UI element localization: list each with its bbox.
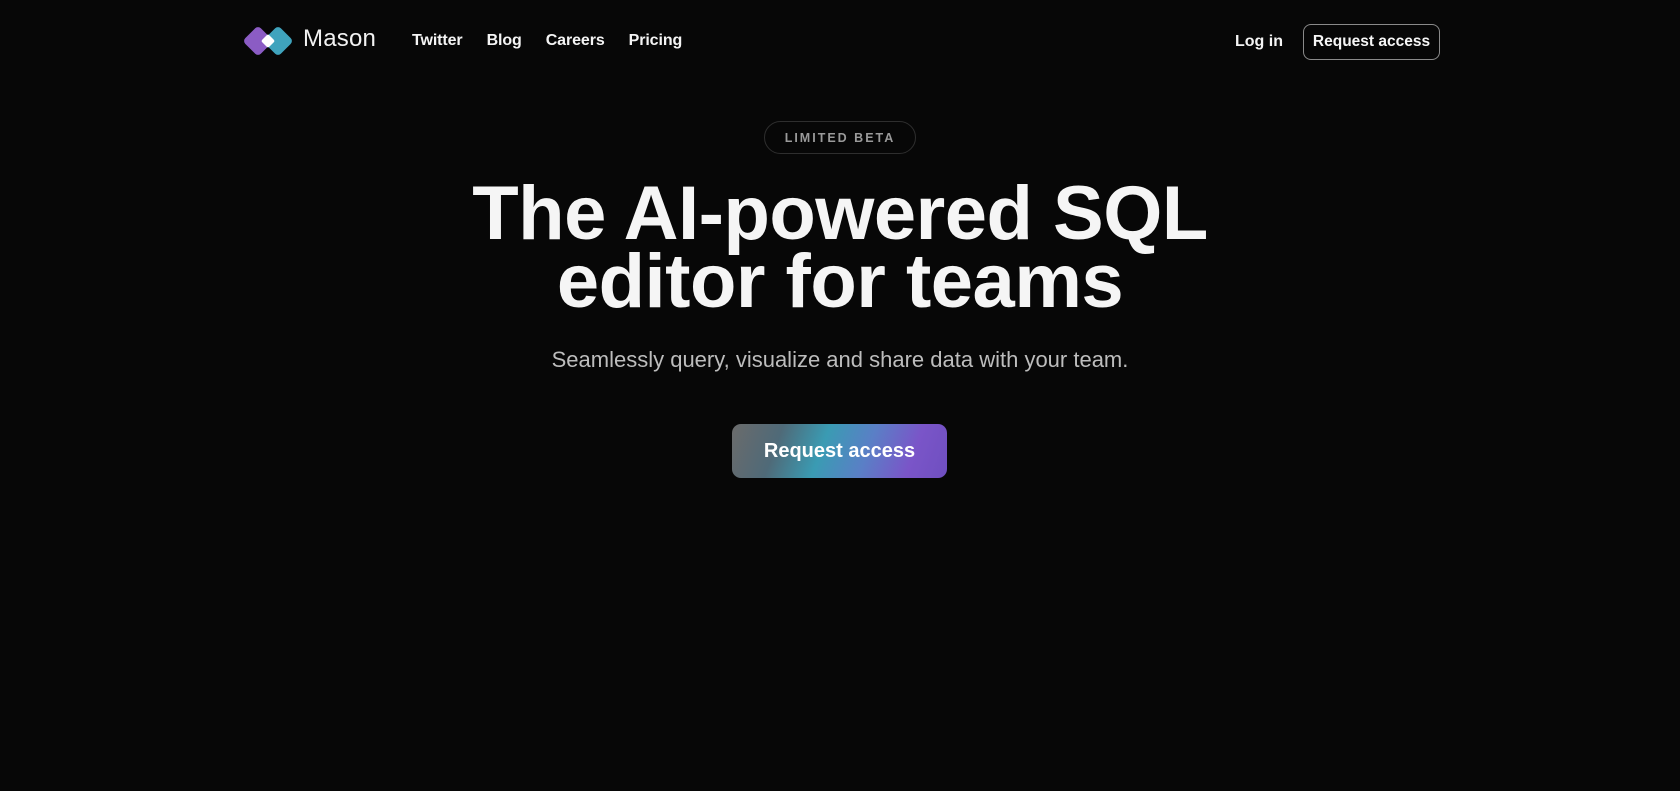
nav-request-access-button[interactable]: Request access bbox=[1303, 24, 1440, 60]
headline-line-2: editor for teams bbox=[556, 239, 1124, 324]
nav-link-pricing[interactable]: Pricing bbox=[629, 32, 683, 50]
nav-link-blog[interactable]: Blog bbox=[487, 32, 522, 50]
hero-subtitle: Seamlessly query, visualize and share da… bbox=[551, 347, 1129, 372]
nav-link-careers[interactable]: Careers bbox=[546, 32, 605, 50]
limited-beta-badge: LIMITED BETA bbox=[764, 121, 916, 154]
nav-links: Twitter Blog Careers Pricing bbox=[412, 32, 706, 50]
hero-headline: The AI-powered SQL editor for teams bbox=[0, 176, 1680, 320]
login-link[interactable]: Log in bbox=[1235, 33, 1283, 51]
hero-request-access-button[interactable]: Request access bbox=[732, 424, 947, 478]
top-navigation: Mason Twitter Blog Careers Pricing Log i… bbox=[0, 0, 1680, 84]
mason-logo-icon[interactable] bbox=[241, 24, 295, 58]
nav-link-twitter[interactable]: Twitter bbox=[412, 32, 463, 50]
brand-name[interactable]: Mason bbox=[303, 25, 376, 53]
